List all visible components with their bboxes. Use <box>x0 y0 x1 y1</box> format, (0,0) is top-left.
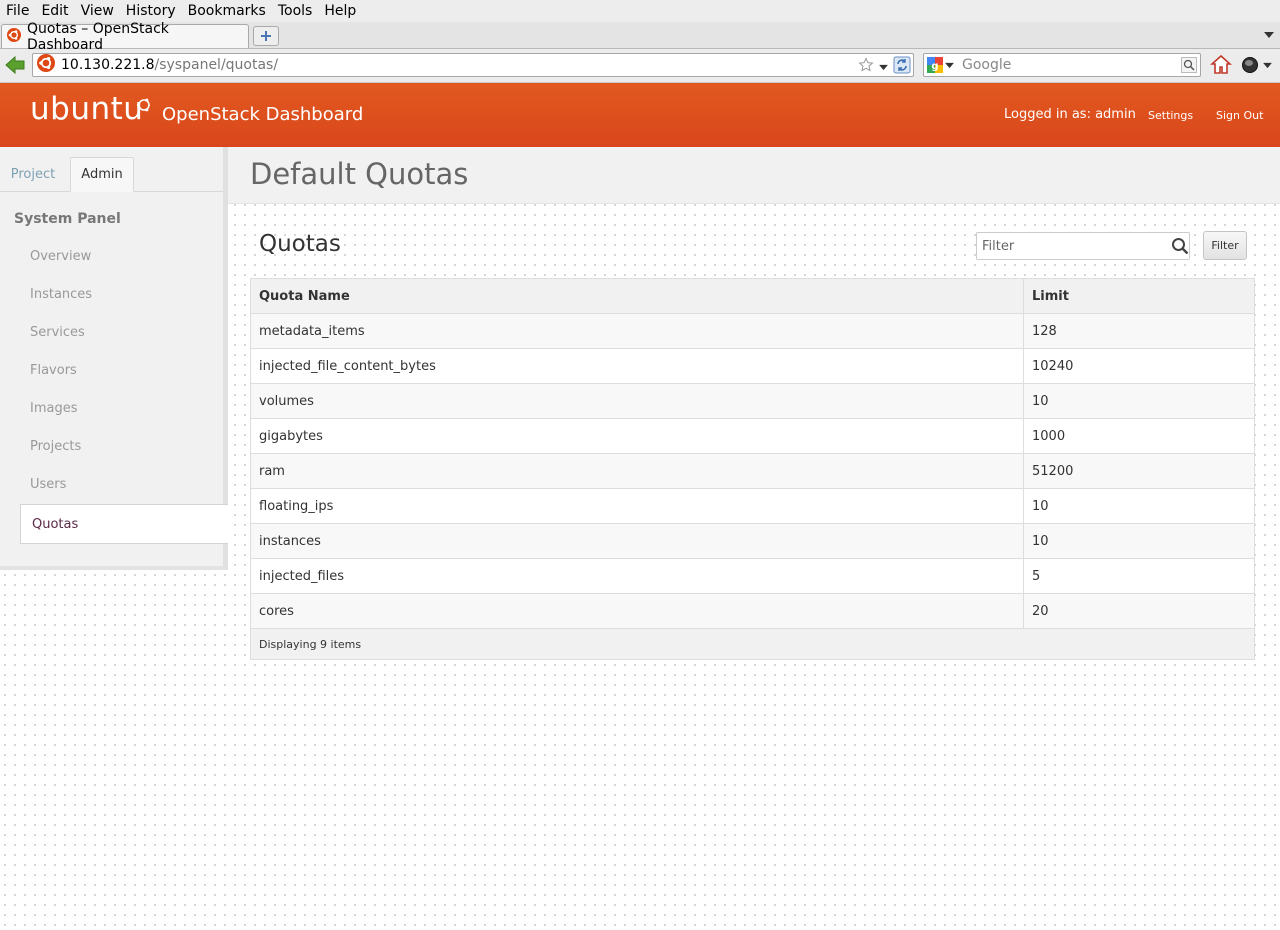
quota-limit-cell: 1000 <box>1023 418 1255 454</box>
search-go-icon[interactable] <box>1181 57 1197 77</box>
menu-view[interactable]: View <box>75 3 120 19</box>
tab-project[interactable]: Project <box>0 157 66 191</box>
quota-limit-cell: 51200 <box>1023 453 1255 489</box>
quota-limit-cell: 10 <box>1023 383 1255 419</box>
sidebar-item-flavors[interactable]: Flavors <box>30 363 77 378</box>
settings-link[interactable]: Settings <box>1148 109 1193 122</box>
menu-help[interactable]: Help <box>318 3 362 19</box>
sidebar-item-projects[interactable]: Projects <box>30 439 81 454</box>
home-icon[interactable] <box>1209 54 1233 80</box>
menu-edit[interactable]: Edit <box>35 3 74 19</box>
page-header: Default Quotas <box>228 147 1280 204</box>
search-engine-icon[interactable]: g <box>927 57 954 73</box>
quota-limit-cell: 10 <box>1023 488 1255 524</box>
sidebar-item-quotas[interactable]: Quotas <box>20 504 228 544</box>
sidebar-item-overview[interactable]: Overview <box>30 249 91 264</box>
sidebar-item-instances[interactable]: Instances <box>30 287 92 302</box>
site-identity-icon[interactable] <box>37 54 55 76</box>
browser-tab-title: Quotas – OpenStack Dashboard <box>27 20 169 53</box>
addon-menu-icon[interactable] <box>1241 56 1272 74</box>
site-header: ubuntu OpenStack Dashboard Logged in as:… <box>0 83 1280 147</box>
url-dropdown-icon[interactable] <box>879 59 888 75</box>
table-row: injected_files 5 <box>250 558 1255 594</box>
menu-history[interactable]: History <box>120 3 182 19</box>
search-placeholder: Google <box>962 57 1012 73</box>
site-title[interactable]: OpenStack Dashboard <box>162 104 363 125</box>
page-title: Default Quotas <box>250 157 469 191</box>
quota-name-cell: ram <box>250 453 1024 489</box>
table-row: injected_file_content_bytes 10240 <box>250 348 1255 384</box>
back-arrow-icon[interactable] <box>4 55 26 79</box>
table-row: floating_ips 10 <box>250 488 1255 524</box>
column-header-limit[interactable]: Limit <box>1023 278 1255 314</box>
filter-button[interactable]: Filter <box>1203 231 1247 260</box>
bookmark-star-icon[interactable] <box>858 57 874 77</box>
new-tab-button[interactable] <box>253 26 279 46</box>
url-host: 10.130.221.8 <box>61 57 155 73</box>
reload-icon[interactable] <box>893 56 911 78</box>
quota-limit-cell: 10 <box>1023 523 1255 559</box>
quota-limit-cell: 20 <box>1023 593 1255 629</box>
quota-limit-cell: 10240 <box>1023 348 1255 384</box>
quota-name-cell: cores <box>250 593 1024 629</box>
sidebar-item-services[interactable]: Services <box>30 325 85 340</box>
ubuntu-circle-of-friends-icon <box>136 97 152 117</box>
url-path: /syspanel/quotas/ <box>154 57 279 73</box>
item-count: Displaying 9 items <box>250 628 1255 660</box>
url-bar[interactable]: 10.130.221.8/syspanel/quotas/ <box>32 53 914 77</box>
svg-text:g: g <box>931 61 938 72</box>
table-row: cores 20 <box>250 593 1255 629</box>
table-row: metadata_items 128 <box>250 313 1255 349</box>
sign-out-link[interactable]: Sign Out <box>1216 109 1263 122</box>
browser-navbar: 10.130.221.8/syspanel/quotas/ g Google <box>0 49 1280 83</box>
menu-bookmarks[interactable]: Bookmarks <box>182 3 272 19</box>
table-row: volumes 10 <box>250 383 1255 419</box>
plus-icon <box>261 31 271 41</box>
filter-input[interactable] <box>976 232 1190 260</box>
browser-tab[interactable]: Quotas – OpenStack Dashboard <box>1 21 249 53</box>
sidebar: Project Admin System Panel Overview Inst… <box>0 147 228 570</box>
table-row: instances 10 <box>250 523 1255 559</box>
panel-heading: System Panel <box>14 211 121 227</box>
browser-tabstrip: Quotas – OpenStack Dashboard <box>0 21 1280 53</box>
quota-name-cell: injected_files <box>250 558 1024 594</box>
table-row: gigabytes 1000 <box>250 418 1255 454</box>
search-icon <box>1171 237 1189 259</box>
logged-in-user: Logged in as: admin <box>1004 107 1136 122</box>
table-row: ram 51200 <box>250 453 1255 489</box>
quota-limit-cell: 128 <box>1023 313 1255 349</box>
quotas-table: Quota Name Limit metadata_items 128 injec… <box>250 278 1255 660</box>
ubuntu-favicon-icon <box>7 27 21 46</box>
sidebar-item-users[interactable]: Users <box>30 477 66 492</box>
quota-name-cell: instances <box>250 523 1024 559</box>
tab-list-icon[interactable] <box>1264 28 1274 43</box>
quota-name-cell: injected_file_content_bytes <box>250 348 1024 384</box>
tab-admin[interactable]: Admin <box>70 157 134 192</box>
table-header-row: Quota Name Limit <box>250 278 1255 314</box>
search-bar[interactable]: g Google <box>923 53 1201 77</box>
menu-tools[interactable]: Tools <box>272 3 319 19</box>
browser-menubar: File Edit View History Bookmarks Tools H… <box>0 0 1280 22</box>
table-title: Quotas <box>259 231 341 257</box>
quota-name-cell: metadata_items <box>250 313 1024 349</box>
quota-name-cell: gigabytes <box>250 418 1024 454</box>
dashboard-tabs: Project Admin <box>0 157 223 192</box>
quota-limit-cell: 5 <box>1023 558 1255 594</box>
quota-name-cell: floating_ips <box>250 488 1024 524</box>
table-footer-row: Displaying 9 items <box>250 628 1255 660</box>
ubuntu-logo[interactable]: ubuntu <box>30 91 143 127</box>
sidebar-item-images[interactable]: Images <box>30 401 78 416</box>
menu-file[interactable]: File <box>0 3 35 19</box>
column-header-quota-name[interactable]: Quota Name <box>250 278 1024 314</box>
quota-name-cell: volumes <box>250 383 1024 419</box>
